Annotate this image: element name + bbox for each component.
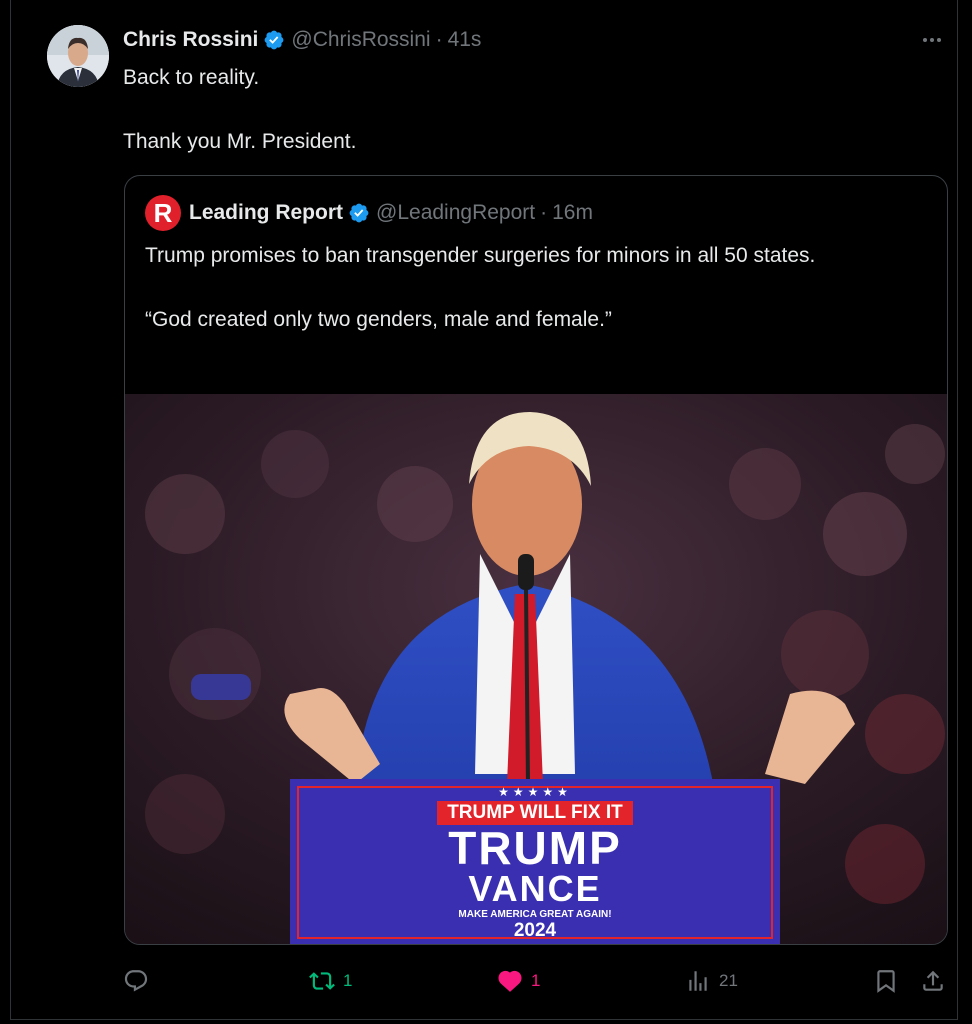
bookmark-button[interactable] <box>873 962 907 1000</box>
share-button[interactable] <box>920 962 954 1000</box>
verified-badge-icon <box>263 29 285 51</box>
views-button[interactable]: 21 <box>685 962 738 1000</box>
like-button[interactable]: 1 <box>497 962 540 1000</box>
quoted-text: Trump promises to ban transgender surger… <box>145 240 925 336</box>
share-icon <box>920 968 946 994</box>
podium-slogan: MAKE AMERICA GREAT AGAIN! <box>458 909 612 920</box>
retweet-icon <box>309 968 335 994</box>
tweet-line: Back to reality. <box>123 66 260 89</box>
tweet-header: Chris Rossini @ChrisRossini · 41s <box>123 26 481 54</box>
quoted-photo[interactable]: ★★★★★ TRUMP WILL FIX IT TRUMP VANCE MAKE… <box>125 394 947 944</box>
bookmark-icon <box>873 968 899 994</box>
separator: · <box>540 201 548 224</box>
reply-button[interactable] <box>123 962 157 1000</box>
more-icon[interactable] <box>917 28 947 52</box>
quoted-line: Trump promises to ban transgender surger… <box>145 244 816 267</box>
quoted-tweet[interactable]: R Leading Report @LeadingReport · 16m Tr… <box>124 175 948 945</box>
reply-icon <box>123 968 149 994</box>
retweet-count: 1 <box>343 971 353 990</box>
quoted-timestamp[interactable]: 16m <box>552 201 593 225</box>
quoted-author-name[interactable]: Leading Report <box>189 201 343 225</box>
tweet-line: Thank you Mr. President. <box>123 130 357 153</box>
separator: · <box>435 28 443 51</box>
heart-icon <box>497 968 523 994</box>
views-icon <box>685 968 711 994</box>
podium-stars: ★★★★★ <box>498 785 572 799</box>
quoted-line: “God created only two genders, male and … <box>145 308 612 331</box>
tweet-container: Chris Rossini @ChrisRossini · 41s Back t… <box>10 0 958 1020</box>
podium-line1: TRUMP <box>448 822 622 874</box>
podium: ★★★★★ TRUMP WILL FIX IT TRUMP VANCE MAKE… <box>290 779 780 944</box>
quoted-avatar[interactable]: R <box>145 195 181 231</box>
tweet-text: Back to reality. Thank you Mr. President… <box>123 62 923 158</box>
author-handle[interactable]: @ChrisRossini <box>291 28 430 52</box>
podium-year: 2024 <box>513 920 557 941</box>
author-avatar[interactable] <box>47 25 109 87</box>
tweet-timestamp[interactable]: 41s <box>448 28 482 52</box>
retweet-button[interactable]: 1 <box>309 962 352 1000</box>
quoted-header: R Leading Report @LeadingReport · 16m <box>145 195 593 231</box>
views-count: 21 <box>719 971 738 990</box>
quoted-author-handle[interactable]: @LeadingReport <box>376 201 535 225</box>
like-count: 1 <box>531 971 541 990</box>
verified-badge-icon <box>348 202 370 224</box>
author-name[interactable]: Chris Rossini <box>123 28 258 52</box>
podium-line2: VANCE <box>468 868 602 909</box>
action-bar: 1 1 21 <box>123 962 949 1000</box>
